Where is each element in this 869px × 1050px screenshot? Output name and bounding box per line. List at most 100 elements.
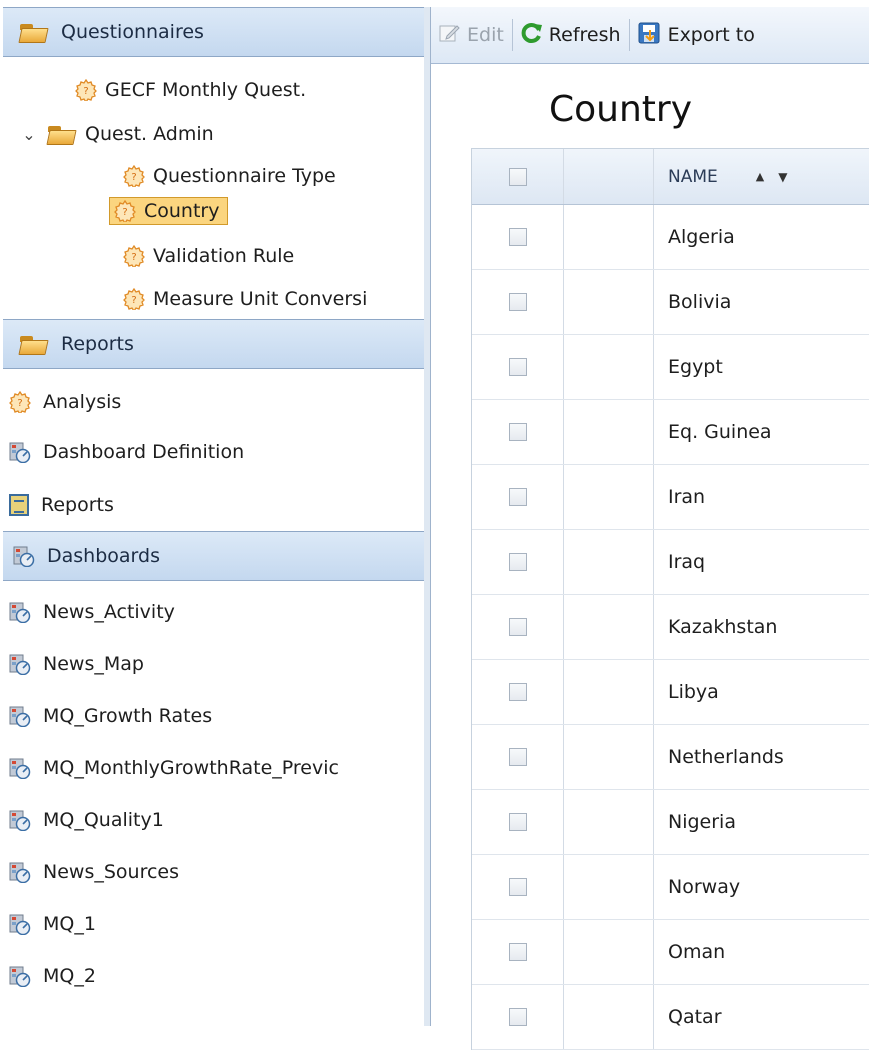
toolbar: Edit Refresh Export to xyxy=(431,7,869,64)
tree-item-gecf-monthly-quest[interactable]: ? GECF Monthly Quest. xyxy=(75,79,306,101)
list-item-label: Dashboard Definition xyxy=(43,441,245,463)
row-blank-cell xyxy=(564,530,654,594)
row-checkbox[interactable] xyxy=(508,813,527,831)
row-blank-cell xyxy=(564,920,654,984)
content-panel: Edit Refresh Export to Country NAME ▲ ▼ … xyxy=(430,7,869,1050)
dashboard-icon xyxy=(9,965,31,988)
data-grid: NAME ▲ ▼ Algeria Bolivia Egypt Eq. Guine… xyxy=(471,148,869,1050)
list-item-reports[interactable]: Reports xyxy=(3,494,114,516)
tree-item-quest-admin[interactable]: ⌄ Quest. Admin xyxy=(11,123,214,145)
list-item-dashboard[interactable]: MQ_2 xyxy=(3,965,96,988)
list-item-label: MQ_2 xyxy=(43,965,96,987)
country-name-cell: Qatar xyxy=(654,985,869,1049)
row-checkbox[interactable] xyxy=(508,618,527,636)
row-checkbox[interactable] xyxy=(508,488,527,506)
tree-item-validation-rule[interactable]: ? Validation Rule xyxy=(123,245,294,267)
sort-ascending-icon[interactable]: ▲ xyxy=(756,170,764,183)
list-item-dashboard[interactable]: News_Activity xyxy=(3,601,175,624)
row-checkbox[interactable] xyxy=(508,748,527,766)
list-item-dashboard[interactable]: MQ_Quality1 xyxy=(3,809,164,832)
table-row[interactable]: Eq. Guinea xyxy=(472,400,869,465)
export-label: Export to xyxy=(667,24,755,46)
dashboards-header[interactable]: Dashboards xyxy=(3,531,424,581)
table-row[interactable]: Oman xyxy=(472,920,869,985)
row-blank-cell xyxy=(564,660,654,724)
list-item-label: News_Sources xyxy=(43,861,179,883)
report-icon xyxy=(9,494,29,516)
table-row[interactable]: Nigeria xyxy=(472,790,869,855)
list-item-dashboard[interactable]: MQ_MonthlyGrowthRate_Previc xyxy=(3,757,339,780)
country-name-cell: Iran xyxy=(654,465,869,529)
questionnaire-gear-icon: ? xyxy=(123,245,145,267)
row-checkbox[interactable] xyxy=(508,423,527,441)
svg-text:?: ? xyxy=(131,172,136,183)
dashboard-icon xyxy=(9,653,31,676)
country-name-cell: Iraq xyxy=(654,530,869,594)
country-name-cell: Norway xyxy=(654,855,869,919)
row-select-cell xyxy=(472,660,564,724)
row-checkbox[interactable] xyxy=(508,878,527,896)
export-icon xyxy=(638,22,662,49)
page-title: Country xyxy=(549,89,693,130)
row-checkbox[interactable] xyxy=(508,1008,527,1026)
tree-item-measure-unit-conversion[interactable]: ? Measure Unit Conversi xyxy=(123,288,367,310)
country-name-cell: Nigeria xyxy=(654,790,869,854)
list-item-dashboard[interactable]: News_Map xyxy=(3,653,144,676)
list-item-dashboard[interactable]: MQ_Growth Rates xyxy=(3,705,212,728)
dashboard-icon xyxy=(9,913,31,936)
list-item-dashboard[interactable]: MQ_1 xyxy=(3,913,96,936)
table-row[interactable]: Algeria xyxy=(472,205,869,270)
name-column-header[interactable]: NAME ▲ ▼ xyxy=(654,149,869,204)
tree-item-country[interactable]: ? Country xyxy=(109,197,229,225)
name-column-label: NAME xyxy=(668,166,718,187)
grid-header-blank xyxy=(564,149,654,204)
table-row[interactable]: Norway xyxy=(472,855,869,920)
chevron-down-icon[interactable]: ⌄ xyxy=(11,125,47,144)
tree-item-questionnaire-type[interactable]: ? Questionnaire Type xyxy=(123,165,336,187)
refresh-button[interactable]: Refresh xyxy=(513,17,629,53)
navigation-panel: Questionnaires ? GECF Monthly Quest. ⌄ Q… xyxy=(3,7,425,1026)
tree-item-label: Country xyxy=(144,200,220,222)
svg-text:?: ? xyxy=(131,295,136,306)
table-row[interactable]: Iraq xyxy=(472,530,869,595)
row-checkbox[interactable] xyxy=(508,358,527,376)
list-item-analysis[interactable]: ? Analysis xyxy=(3,391,121,413)
filter-icon[interactable]: ▼ xyxy=(778,170,787,184)
row-blank-cell xyxy=(564,985,654,1049)
table-row[interactable]: Qatar xyxy=(472,985,869,1050)
table-row[interactable]: Netherlands xyxy=(472,725,869,790)
list-item-dashboard[interactable]: News_Sources xyxy=(3,861,179,884)
table-row[interactable]: Libya xyxy=(472,660,869,725)
row-checkbox[interactable] xyxy=(508,293,527,311)
reports-header-label: Reports xyxy=(61,333,134,355)
reports-header[interactable]: Reports xyxy=(3,319,424,369)
row-checkbox[interactable] xyxy=(508,553,527,571)
table-row[interactable]: Kazakhstan xyxy=(472,595,869,660)
row-checkbox[interactable] xyxy=(508,228,527,246)
row-blank-cell xyxy=(564,465,654,529)
svg-text:?: ? xyxy=(131,252,136,263)
tree-item-label: Quest. Admin xyxy=(85,123,214,145)
tree-item-label: Validation Rule xyxy=(153,245,295,267)
edit-button[interactable]: Edit xyxy=(431,17,512,53)
folder-icon xyxy=(47,123,77,145)
list-item-dashboard-definition[interactable]: Dashboard Definition xyxy=(3,441,245,464)
row-checkbox[interactable] xyxy=(508,683,527,701)
table-row[interactable]: Egypt xyxy=(472,335,869,400)
select-all-checkbox[interactable] xyxy=(508,167,527,186)
country-name-cell: Libya xyxy=(654,660,869,724)
folder-icon xyxy=(19,333,49,355)
list-item-label: MQ_Quality1 xyxy=(43,809,164,831)
list-item-label: MQ_1 xyxy=(43,913,96,935)
export-button[interactable]: Export to xyxy=(630,17,763,53)
dashboard-icon xyxy=(9,861,31,884)
dashboard-icon xyxy=(9,705,31,728)
questionnaires-header[interactable]: Questionnaires xyxy=(3,7,424,57)
svg-text:?: ? xyxy=(17,398,22,409)
row-checkbox[interactable] xyxy=(508,943,527,961)
row-select-cell xyxy=(472,530,564,594)
table-row[interactable]: Bolivia xyxy=(472,270,869,335)
row-select-cell xyxy=(472,465,564,529)
table-row[interactable]: Iran xyxy=(472,465,869,530)
row-select-cell xyxy=(472,205,564,269)
